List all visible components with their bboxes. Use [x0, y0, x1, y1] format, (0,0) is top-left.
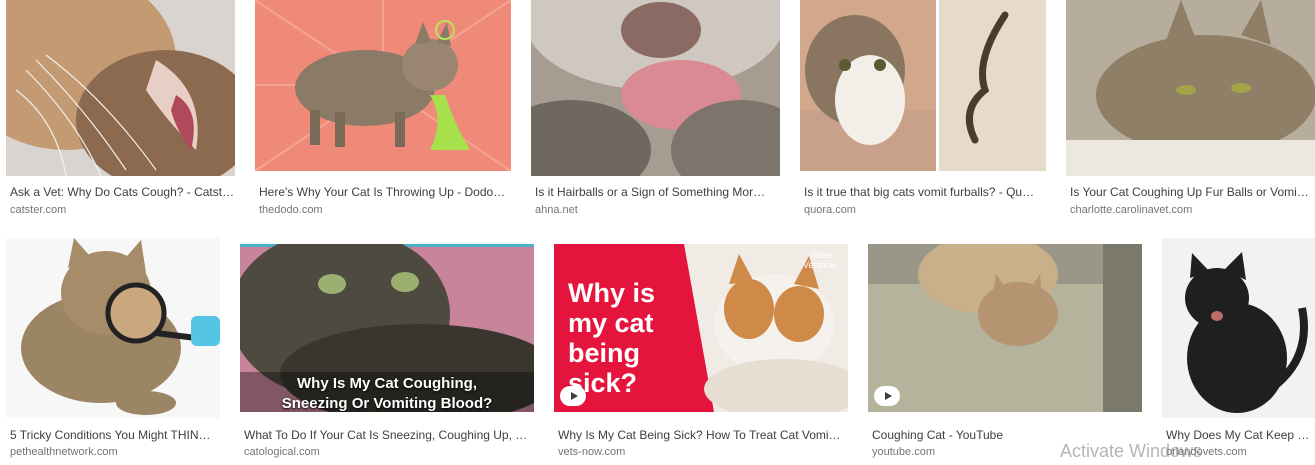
result-image[interactable] [800, 0, 1046, 171]
result-tile-catological[interactable]: Why Is My Cat Coughing, Sneezing Or Vomi… [240, 244, 534, 463]
result-image[interactable] [531, 0, 780, 176]
result-tile-orlandovets[interactable]: Why Does My Cat Keep … orlandovets.com [1162, 238, 1315, 463]
result-tile-pethealthnetwork[interactable]: 5 Tricky Conditions You Might THIN… peth… [6, 238, 220, 463]
result-image[interactable] [1162, 238, 1315, 418]
result-caption[interactable]: Ask a Vet: Why Do Cats Cough? - Catst… [10, 184, 235, 200]
result-tile-quora[interactable]: Is it true that big cats vomit furballs?… [800, 0, 1046, 225]
video-badge: Video Vetsnow [802, 250, 838, 270]
result-image[interactable]: Why is my cat being sick? Video Vetsnow [554, 244, 848, 412]
result-image[interactable] [6, 0, 235, 176]
result-tile-carolinavet[interactable]: Is Your Cat Coughing Up Fur Balls or Vom… [1066, 0, 1315, 225]
activate-windows-watermark: Activate Windows [1060, 441, 1203, 461]
image-overlay-text: Why Is My Cat Coughing, Sneezing Or Vomi… [281, 375, 493, 412]
result-image[interactable]: Why Is My Cat Coughing, Sneezing Or Vomi… [240, 244, 534, 412]
result-source[interactable]: charlotte.carolinavet.com [1070, 203, 1315, 217]
result-source[interactable]: catological.com [244, 445, 534, 459]
image-overlay-text: Why is my cat being sick? [568, 278, 656, 398]
play-icon[interactable] [874, 386, 900, 406]
result-caption[interactable]: 5 Tricky Conditions You Might THIN… [10, 427, 220, 443]
result-image[interactable] [6, 238, 220, 418]
result-tile-catster[interactable]: Ask a Vet: Why Do Cats Cough? - Catst… c… [6, 0, 235, 225]
play-icon[interactable] [560, 386, 586, 406]
result-caption[interactable]: Why Is My Cat Being Sick? How To Treat C… [558, 427, 848, 443]
result-caption[interactable]: What To Do If Your Cat Is Sneezing, Coug… [244, 427, 534, 443]
result-image[interactable] [868, 244, 1142, 412]
result-caption[interactable]: Is it Hairballs or a Sign of Something M… [535, 184, 780, 200]
result-caption[interactable]: Is it true that big cats vomit furballs?… [804, 184, 1046, 200]
result-source[interactable]: quora.com [804, 203, 1046, 217]
result-caption[interactable]: Here's Why Your Cat Is Throwing Up - Dod… [259, 184, 511, 200]
result-image[interactable] [255, 0, 511, 171]
result-source[interactable]: thedodo.com [259, 203, 511, 217]
result-tile-ahna[interactable]: Is it Hairballs or a Sign of Something M… [531, 0, 780, 225]
result-source[interactable]: pethealthnetwork.com [10, 445, 220, 459]
result-source[interactable]: catster.com [10, 203, 235, 217]
result-image[interactable] [1066, 0, 1315, 176]
result-tile-youtube[interactable]: Coughing Cat - YouTube youtube.com [868, 244, 1142, 463]
result-source[interactable]: ahna.net [535, 203, 780, 217]
result-caption[interactable]: Is Your Cat Coughing Up Fur Balls or Vom… [1070, 184, 1315, 200]
result-source[interactable]: vets-now.com [558, 445, 848, 459]
result-tile-thedodo[interactable]: Here's Why Your Cat Is Throwing Up - Dod… [255, 0, 511, 225]
result-tile-vetsnow[interactable]: Why is my cat being sick? Video Vetsnow … [554, 244, 848, 463]
